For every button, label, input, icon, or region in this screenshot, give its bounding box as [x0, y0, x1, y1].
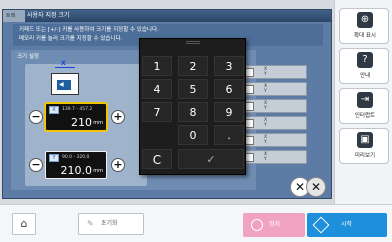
size-y-axis: Y: [49, 154, 59, 162]
right-sidebar: ⊕ 확대 표시 ? 안내 ⇥ 인터럽트 ▣ 미리보기: [334, 0, 392, 204]
interrupt-icon: ⇥: [357, 92, 373, 108]
memory-slot-3[interactable]: XY: [241, 99, 307, 113]
magnify-icon: ⊕: [357, 12, 373, 28]
key-clear[interactable]: C: [142, 149, 172, 169]
memory-slot-1[interactable]: XY: [241, 65, 307, 79]
interrupt-label: 인터럽트: [354, 113, 376, 119]
preview-button[interactable]: ▣ 미리보기: [339, 128, 389, 164]
memory-slot-xy: XY: [264, 84, 268, 94]
paper-axis-label: X: [61, 60, 66, 67]
key-5[interactable]: 5: [178, 79, 208, 99]
numeric-keypad: 1 2 3 4 5 6 7 8 9 0 . C ✓: [139, 38, 246, 175]
key-1[interactable]: 1: [142, 56, 172, 76]
panel-title: 크기 설정: [17, 54, 39, 60]
key-8[interactable]: 8: [178, 102, 208, 122]
memory-slot-xy: XY: [264, 67, 268, 77]
size-x-field[interactable]: X 139.7 - 457.2 210 mm: [45, 103, 107, 131]
memory-slot-xy: XY: [264, 118, 268, 128]
memory-slot-6[interactable]: XY: [241, 150, 307, 164]
left-arrow-icon: ◀: [59, 81, 64, 88]
help-icon: ?: [357, 52, 373, 68]
preview-icon: ▣: [357, 132, 373, 148]
size-x-unit: mm: [93, 120, 103, 126]
memory-slot-4[interactable]: XY: [241, 116, 307, 130]
reset-label: 초기화: [101, 220, 118, 227]
stop-label: 정지: [269, 221, 281, 228]
guide-label: 안내: [359, 73, 371, 79]
size-y-value: 210.0: [60, 164, 93, 177]
key-3[interactable]: 3: [214, 56, 244, 76]
size-inputs-area: X ◀ − X 139.7 - 457.2 210 mm + − Y 90.0 …: [25, 60, 147, 186]
size-y-field[interactable]: Y 90.0 - 320.0 210.0 mm: [45, 151, 107, 179]
memory-slot-5[interactable]: XY: [241, 133, 307, 147]
guide-button[interactable]: ? 안내: [339, 48, 389, 84]
plus-y-button[interactable]: +: [111, 158, 125, 172]
key-0[interactable]: 0: [178, 125, 208, 145]
memory-slot-xy: XY: [264, 101, 268, 111]
memory-slot-icon: [245, 153, 254, 162]
memory-slot-icon: [245, 68, 254, 77]
stop-icon: [251, 219, 263, 231]
key-confirm[interactable]: ✓: [178, 149, 244, 169]
zoom-view-label: 확대 표시: [354, 33, 376, 39]
start-button[interactable]: 시작: [307, 213, 387, 237]
key-6[interactable]: 6: [214, 79, 244, 99]
memory-slot-icon: [245, 102, 254, 111]
key-7[interactable]: 7: [142, 102, 172, 122]
size-x-value: 210: [71, 116, 92, 129]
interrupt-button[interactable]: ⇥ 인터럽트: [339, 88, 389, 124]
width-arrow-icon: [55, 67, 75, 71]
zoom-view-button[interactable]: ⊕ 확대 표시: [339, 8, 389, 44]
key-2[interactable]: 2: [178, 56, 208, 76]
stop-button[interactable]: 정지: [243, 213, 305, 237]
size-x-axis: X: [49, 106, 59, 114]
home-button[interactable]: ⌂: [12, 213, 36, 235]
dialog-title: 사용자 지정 크기: [3, 10, 331, 22]
dialog-tab[interactable]: 트레: [3, 10, 25, 22]
home-icon: ⌂: [20, 217, 28, 230]
eraser-icon: ✎: [87, 219, 94, 228]
memory-slot-icon: [245, 136, 254, 145]
key-decimal[interactable]: .: [214, 125, 244, 145]
memory-slot-xy: XY: [264, 135, 268, 145]
key-9[interactable]: 9: [214, 102, 244, 122]
plus-x-button[interactable]: +: [111, 110, 125, 124]
memory-slot-icon: [245, 119, 254, 128]
key-4[interactable]: 4: [142, 79, 172, 99]
cancel-button[interactable]: ✕: [307, 178, 325, 196]
keypad-drag-handle[interactable]: [186, 41, 200, 44]
preview-label: 미리보기: [354, 153, 376, 159]
paper-orientation-icon: X ◀: [51, 60, 79, 97]
memory-slot-icon: [245, 85, 254, 94]
minus-x-button[interactable]: −: [29, 110, 43, 124]
start-label: 시작: [341, 221, 353, 228]
memory-slot-xy: XY: [264, 152, 268, 162]
size-y-range: 90.0 - 320.0: [62, 155, 90, 160]
start-icon: [312, 216, 330, 234]
reset-button[interactable]: ✎ 초기화: [78, 213, 144, 235]
info-line-1: 키패드 또는 [+/-] 키를 사용하여 크기를 지정할 수 있습니다.: [19, 27, 159, 33]
bottom-bar: ⌂ ✎ 초기화 정지 시작: [0, 204, 392, 242]
minus-y-button[interactable]: −: [29, 158, 43, 172]
size-x-range: 139.7 - 457.2: [62, 107, 93, 112]
size-y-unit: mm: [93, 168, 103, 174]
memory-slot-2[interactable]: XY: [241, 82, 307, 96]
copier-screen: 사용자 지정 크기 트레 키패드 또는 [+/-] 키를 사용하여 크기를 지정…: [0, 0, 392, 242]
